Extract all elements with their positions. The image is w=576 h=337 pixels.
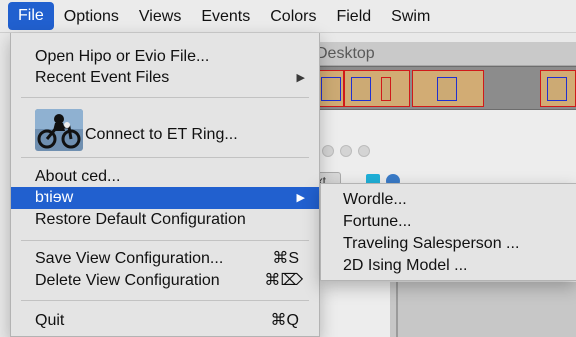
menu-separator xyxy=(21,97,309,98)
ising-model-item[interactable]: 2D Ising Model ... xyxy=(321,255,571,277)
triangle-right-icon: ▶ xyxy=(296,72,305,84)
quit-shortcut: ⌘Q xyxy=(270,312,299,329)
open-file-label: Open Hipo or Evio File... xyxy=(35,48,210,65)
fortune-item[interactable]: Fortune... xyxy=(321,211,571,233)
restore-default-label: Restore Default Configuration xyxy=(35,211,246,228)
view-thumbnail[interactable] xyxy=(412,70,484,107)
menu-file[interactable]: File xyxy=(8,2,54,30)
menu-views[interactable]: Views xyxy=(129,0,191,33)
save-view-config-item[interactable]: Save View Configuration... ⌘S xyxy=(11,248,319,270)
save-view-shortcut: ⌘S xyxy=(272,250,299,267)
menu-colors[interactable]: Colors xyxy=(260,0,326,33)
file-menu-dropdown: Open Hipo or Evio File... Recent Event F… xyxy=(10,33,320,337)
delete-view-shortcut: ⌘⌦ xyxy=(264,272,303,289)
desktop-title: Desktop xyxy=(316,45,375,62)
menu-events[interactable]: Events xyxy=(191,0,260,33)
window-close-icon[interactable] xyxy=(322,145,334,157)
quit-item[interactable]: Quit ⌘Q xyxy=(11,310,319,332)
menu-options[interactable]: Options xyxy=(54,0,129,33)
background-view-canvas xyxy=(390,282,576,337)
about-ced-item[interactable]: About ced... xyxy=(11,166,319,188)
view-thumbnail[interactable] xyxy=(318,70,344,107)
menu-field[interactable]: Field xyxy=(326,0,381,33)
recent-event-files-item[interactable]: Recent Event Files ▶ xyxy=(11,67,319,89)
view-thumbnail-strip xyxy=(300,66,576,110)
restore-default-item[interactable]: Restore Default Configuration xyxy=(11,209,319,231)
menu-bar: File Options Views Events Colors Field S… xyxy=(0,0,576,33)
save-view-config-label: Save View Configuration... xyxy=(35,250,224,267)
window-zoom-icon[interactable] xyxy=(358,145,370,157)
connect-et-ring-label: Connect to ET Ring... xyxy=(85,126,238,143)
menu-separator xyxy=(21,157,309,158)
recent-event-files-label: Recent Event Files xyxy=(35,69,170,86)
bike-flying-icon xyxy=(35,109,83,151)
view-thumbnail[interactable] xyxy=(540,70,576,107)
menu-swim[interactable]: Swim xyxy=(381,0,440,33)
delete-view-config-item[interactable]: Delete View Configuration ⌘⌦ xyxy=(11,270,319,292)
menu-separator xyxy=(21,240,309,241)
about-ced-label: About ced... xyxy=(35,168,121,185)
wordle-item[interactable]: Wordle... xyxy=(321,189,571,211)
menu-separator xyxy=(21,300,309,301)
triangle-right-icon: ▶ xyxy=(296,192,305,204)
view-thumbnail[interactable] xyxy=(344,70,410,107)
weird-item[interactable]: weird ▶ xyxy=(11,187,319,209)
delete-view-config-label: Delete View Configuration xyxy=(35,272,220,289)
open-file-item[interactable]: Open Hipo or Evio File... xyxy=(11,46,319,68)
traveling-salesperson-item[interactable]: Traveling Salesperson ... xyxy=(321,233,571,255)
weird-label: weird xyxy=(35,189,74,206)
window-minimize-icon[interactable] xyxy=(340,145,352,157)
desktop-title-bar: Desktop xyxy=(300,42,576,66)
weird-submenu: Wordle... Fortune... Traveling Salespers… xyxy=(320,183,576,281)
quit-label: Quit xyxy=(35,312,65,329)
